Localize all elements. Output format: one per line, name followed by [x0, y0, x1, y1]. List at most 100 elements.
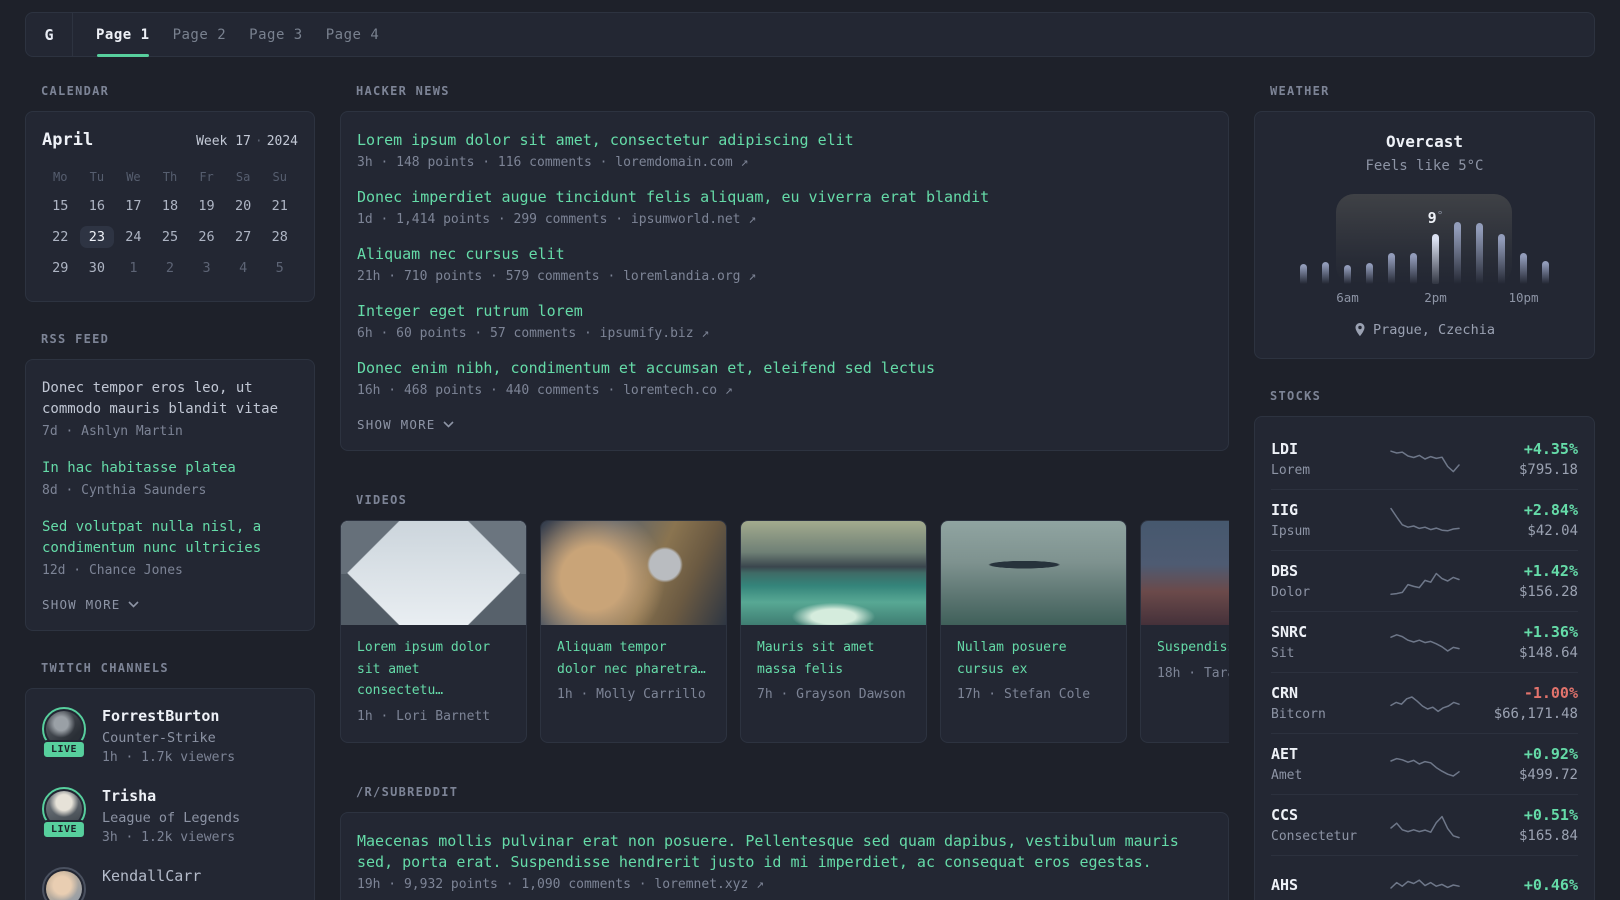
video-card[interactable]: Suspendisse diam 18h · Tara: [1140, 520, 1229, 743]
calendar-day: 24: [125, 228, 142, 245]
hackernews-story[interactable]: Aliquam nec cursus elit 21h · 710 points…: [357, 244, 1212, 284]
calendar-day: 25: [161, 228, 179, 245]
tab-page-2[interactable]: Page 2: [173, 13, 227, 56]
left-column: CALENDAR April Week 17 · 2024 Mo Tu We Th …: [25, 84, 315, 900]
stock-price: $148.64: [1518, 645, 1578, 661]
story-title[interactable]: Lorem ipsum dolor sit amet, consectetur …: [357, 130, 1212, 151]
app-logo[interactable]: G: [26, 13, 73, 56]
stock-change: -1.00%: [1523, 684, 1578, 702]
stock-ticker: AHS: [1271, 875, 1299, 894]
weather-bar: [1410, 252, 1417, 284]
story-title[interactable]: Aliquam nec cursus elit: [357, 244, 1212, 265]
channel-viewers: 3h · 1.2k viewers: [102, 830, 236, 845]
video-thumbnail: [941, 521, 1126, 625]
story-title[interactable]: Donec imperdiet augue tincidunt felis al…: [357, 187, 1212, 208]
story-title[interactable]: Integer eget rutrum lorem: [357, 301, 1212, 322]
video-thumbnail: [1141, 521, 1229, 625]
chevron-down-icon: [442, 421, 454, 428]
twitch-channel[interactable]: LIVE ForrestBurton Counter-Strike 1h · 1…: [41, 707, 298, 765]
stock-ticker: DBS: [1271, 562, 1299, 580]
rss-item[interactable]: Donec tempor eros leo, ut commodo mauris…: [42, 378, 298, 439]
calendar-day-next-month: 2: [165, 259, 175, 276]
stocks-section: STOCKS LDI Lorem +4.35% $795.18 IIG Ipsu…: [1254, 389, 1595, 900]
stock-row[interactable]: IIG Ipsum +2.84% $42.04: [1271, 490, 1578, 551]
subreddit-section-label: /R/SUBREDDIT: [356, 784, 459, 799]
rss-item[interactable]: In hac habitasse platea 8d · Cynthia Sau…: [42, 458, 298, 498]
calendar-day: 22: [52, 228, 69, 245]
hackernews-show-more-button[interactable]: SHOW MORE: [357, 417, 454, 432]
post-title[interactable]: Maecenas mollis pulvinar erat non posuer…: [357, 831, 1212, 873]
calendar-day: 21: [271, 197, 288, 214]
video-meta: 7h · Grayson Dawson: [757, 687, 906, 702]
rss-widget: Donec tempor eros leo, ut commodo mauris…: [25, 359, 315, 631]
tab-page-3[interactable]: Page 3: [249, 13, 303, 56]
story-meta: 16h · 468 points · 440 comments · loremt…: [357, 383, 733, 398]
stock-name: Consectetur: [1271, 829, 1358, 844]
weather-time-label: 10pm: [1508, 290, 1539, 305]
stock-row[interactable]: DBS Dolor +1.42% $156.28: [1271, 551, 1578, 612]
channel-viewers: 1h · 1.7k viewers: [102, 750, 236, 765]
hackernews-story[interactable]: Donec imperdiet augue tincidunt felis al…: [357, 187, 1212, 227]
stock-sparkline: [1390, 879, 1460, 889]
channel-name[interactable]: ForrestBurton: [102, 707, 235, 726]
calendar-widget: April Week 17 · 2024 Mo Tu We Th Fr Sa Su …: [25, 111, 315, 302]
weather-time-label: 2pm: [1424, 290, 1447, 305]
stock-row[interactable]: CRN Bitcorn -1.00% $66,171.48: [1271, 673, 1578, 734]
day-header: Tu: [89, 170, 105, 184]
weather-bar-chart: 9°: [1300, 194, 1549, 284]
day-header: We: [126, 170, 141, 184]
calendar-section-label: CALENDAR: [41, 84, 110, 98]
stock-sparkline: [1390, 450, 1460, 473]
rss-item[interactable]: Sed volutpat nulla nisl, a condimentum n…: [42, 517, 298, 578]
weather-bar: [1366, 263, 1373, 284]
rss-show-more-button[interactable]: SHOW MORE: [42, 597, 139, 612]
video-card[interactable]: Nullam posuere cursus ex 17h · Stefan Co…: [940, 520, 1127, 743]
rss-item-meta: 12d · Chance Jones: [42, 563, 183, 578]
stock-row[interactable]: AET Amet +0.92% $499.72: [1271, 734, 1578, 795]
stock-row[interactable]: AHS +0.46%: [1271, 856, 1578, 900]
calendar-day-selected: 23: [79, 221, 116, 252]
hackernews-story[interactable]: Lorem ipsum dolor sit amet, consectetur …: [357, 130, 1212, 170]
chevron-down-icon: [127, 601, 139, 608]
rss-item-title[interactable]: Donec tempor eros leo, ut commodo mauris…: [42, 378, 298, 420]
twitch-widget: LIVE ForrestBurton Counter-Strike 1h · 1…: [25, 688, 315, 900]
stock-change: +0.51%: [1523, 806, 1578, 824]
calendar-day: 30: [88, 259, 105, 276]
subreddit-post[interactable]: Maecenas mollis pulvinar erat non posuer…: [357, 831, 1212, 892]
tab-page-4[interactable]: Page 4: [326, 13, 380, 56]
hackernews-story[interactable]: Integer eget rutrum lorem 6h · 60 points…: [357, 301, 1212, 341]
channel-name[interactable]: KendallCarr: [102, 867, 201, 886]
stock-row[interactable]: CCS Consectetur +0.51% $165.84: [1271, 795, 1578, 856]
location-pin-icon: [1355, 322, 1365, 336]
page-tabs: Page 1 Page 2 Page 3 Page 4: [73, 13, 380, 57]
calendar-day-next-month: 5: [275, 259, 284, 276]
channel-name[interactable]: Trisha: [102, 787, 240, 806]
hackernews-story[interactable]: Donec enim nibh, condimentum et accumsan…: [357, 358, 1212, 398]
weather-time-label: 6am: [1336, 290, 1359, 305]
dashboard-page: G Page 1 Page 2 Page 3 Page 4 CALENDAR A…: [0, 0, 1620, 900]
weather-bar: [1388, 252, 1395, 284]
twitch-channel[interactable]: LIVE Trisha League of Legends 3h · 1.2k …: [41, 787, 298, 845]
story-meta: 3h · 148 points · 116 comments · loremdo…: [357, 155, 749, 170]
rss-section-label: RSS FEED: [41, 332, 110, 346]
stock-sparkline: [1390, 757, 1460, 777]
twitch-section-label: TWITCH CHANNELS: [41, 661, 169, 675]
video-card[interactable]: Mauris sit amet massa felis 7h · Grayson…: [740, 520, 927, 743]
twitch-channel[interactable]: KendallCarr: [42, 867, 298, 900]
top-nav: G Page 1 Page 2 Page 3 Page 4: [25, 12, 1595, 57]
stock-row[interactable]: LDI Lorem +4.35% $795.18: [1271, 429, 1578, 490]
live-badge: LIVE: [41, 820, 87, 839]
live-badge: LIVE: [41, 740, 87, 759]
video-card[interactable]: Lorem ipsum dolor sit amet consectetu… 1…: [340, 520, 527, 743]
story-meta: 1d · 1,414 points · 299 comments · ipsum…: [357, 212, 757, 227]
stock-row[interactable]: SNRC Sit +1.36% $148.64: [1271, 612, 1578, 673]
stock-price: $42.04: [1527, 523, 1578, 539]
rss-item-title[interactable]: In hac habitasse platea: [42, 458, 298, 479]
day-header: Th: [162, 170, 178, 184]
stock-change: +4.35%: [1523, 440, 1578, 458]
story-title[interactable]: Donec enim nibh, condimentum et accumsan…: [357, 358, 1212, 379]
video-card[interactable]: Aliquam tempor dolor nec pharetra… 1h · …: [540, 520, 727, 743]
rss-item-title[interactable]: Sed volutpat nulla nisl, a condimentum n…: [42, 517, 298, 559]
tab-page-1[interactable]: Page 1: [96, 13, 150, 57]
weather-location-row: Prague, Czechia: [1271, 322, 1578, 338]
